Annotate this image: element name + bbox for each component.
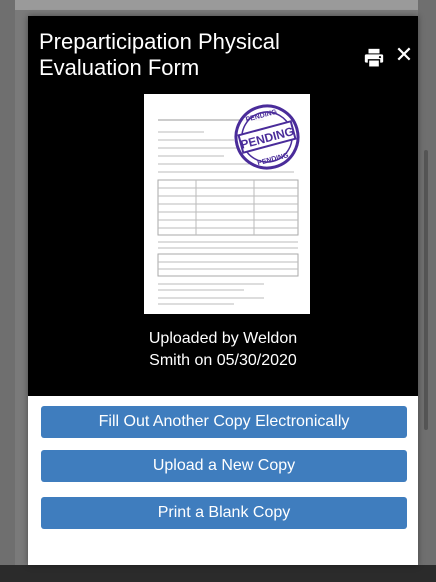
caption-line-2: Smith on 05/30/2020: [149, 352, 297, 369]
form-modal: Preparticipation Physical Evaluation For…: [28, 16, 418, 565]
form-preview-image[interactable]: PENDING PENDING PENDING: [144, 94, 310, 314]
modal-footer: [28, 543, 418, 565]
caption-line-1: Uploaded by Weldon: [148, 330, 298, 347]
print-blank-copy-button[interactable]: Print a Blank Copy: [41, 497, 407, 529]
print-icon[interactable]: [363, 47, 385, 69]
background-scrollbar[interactable]: [424, 150, 428, 430]
upload-caption: Uploaded by Weldon Smith on 05/30/2020: [28, 328, 418, 372]
upload-new-copy-button[interactable]: Upload a New Copy: [41, 450, 407, 482]
modal-header: Preparticipation Physical Evaluation For…: [28, 16, 418, 396]
background-left: [0, 0, 15, 582]
background-top: [0, 0, 436, 10]
fill-out-electronically-button[interactable]: Fill Out Another Copy Electronically: [41, 406, 407, 438]
modal-title: Preparticipation Physical Evaluation For…: [39, 29, 280, 80]
close-icon[interactable]: ✕: [394, 42, 414, 68]
form-document: PENDING PENDING PENDING: [144, 94, 310, 314]
background-bottom-bar: [0, 565, 436, 582]
